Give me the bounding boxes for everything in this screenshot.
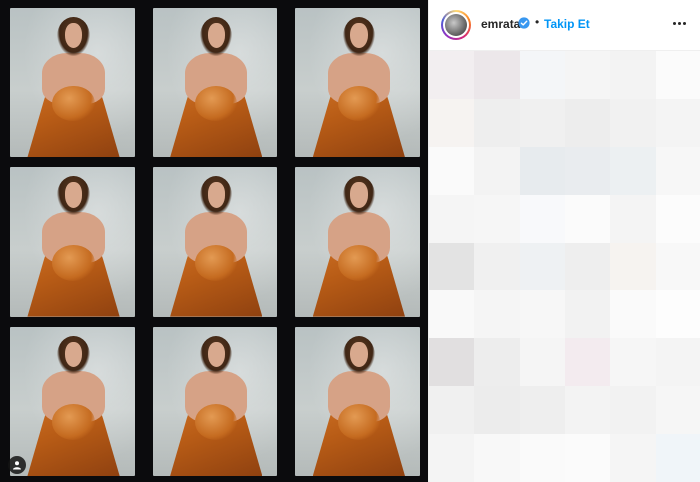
post-photo[interactable] xyxy=(0,0,428,482)
separator-dot: • xyxy=(535,15,540,29)
photo-frame xyxy=(295,167,420,317)
post-sidebar: emrata • Takip Et xyxy=(428,0,700,482)
photo-frame xyxy=(10,167,135,317)
photo-frame xyxy=(152,326,278,476)
photo-frame xyxy=(152,8,278,158)
photo-frame xyxy=(10,8,135,158)
person-icon xyxy=(13,461,21,470)
blurred-comments xyxy=(429,51,700,482)
comments-area-blurred xyxy=(429,51,700,482)
contact-sheet-grid xyxy=(10,8,420,476)
user-tag-icon[interactable] xyxy=(8,456,26,474)
follow-button[interactable]: Takip Et xyxy=(544,17,590,31)
verified-badge-icon xyxy=(518,17,530,29)
photo-frame xyxy=(295,8,420,158)
username-link[interactable]: emrata xyxy=(481,17,520,31)
photo-frame xyxy=(152,167,278,317)
photo-frame xyxy=(10,326,135,476)
avatar[interactable] xyxy=(441,10,471,40)
more-options-icon[interactable] xyxy=(673,18,691,28)
post-header: emrata • Takip Et xyxy=(429,0,700,51)
photo-frame xyxy=(295,326,420,476)
